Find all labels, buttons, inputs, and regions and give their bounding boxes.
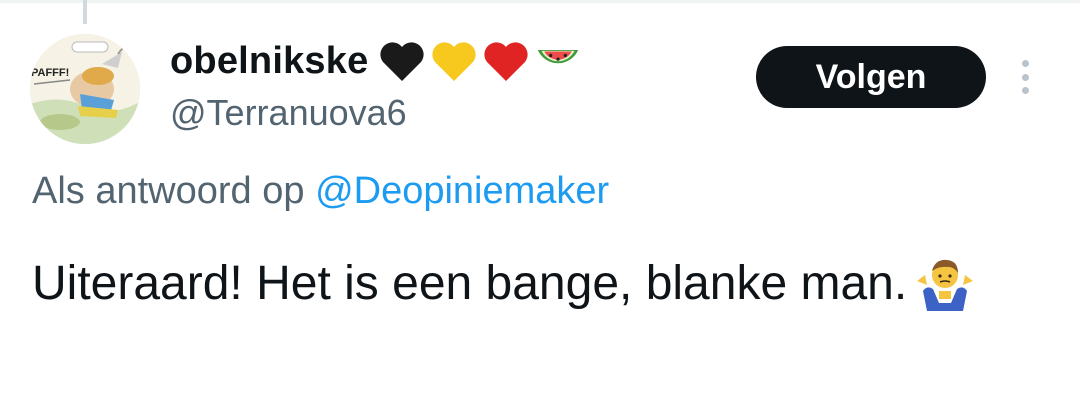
reply-context: Als antwoord op @Deopiniemaker xyxy=(32,170,609,213)
more-options-button[interactable] xyxy=(1010,56,1040,98)
display-name[interactable]: obelnikske xyxy=(170,40,368,83)
tweet-body: Uiteraard! Het is een bange, blanke man. xyxy=(32,250,1032,318)
name-badges xyxy=(376,39,584,83)
reply-prefix: Als antwoord op xyxy=(32,170,305,212)
tweet-container: PAFFF! obelnikske @Terranuova6 Volgen Al… xyxy=(0,0,1080,405)
yellow-heart-icon xyxy=(432,42,477,81)
red-heart-icon xyxy=(484,42,529,81)
more-vertical-icon-dot xyxy=(1021,73,1029,81)
avatar[interactable]: PAFFF! xyxy=(30,34,140,144)
reply-mention-link[interactable]: @Deopiniemaker xyxy=(315,170,609,212)
avatar-text: PAFFF! xyxy=(31,67,69,79)
watermelon-icon xyxy=(538,50,579,64)
more-vertical-icon-dot xyxy=(1021,87,1029,94)
avatar-illustration: PAFFF! xyxy=(30,34,140,144)
person-shrugging-icon xyxy=(913,251,977,311)
tweet-text: Uiteraard! Het is een bange, blanke man. xyxy=(32,257,908,310)
top-divider xyxy=(0,0,1080,3)
black-heart-icon xyxy=(380,42,425,81)
user-block: obelnikske @Terranuova6 xyxy=(170,36,584,134)
thread-connector-line xyxy=(83,0,87,24)
user-handle[interactable]: @Terranuova6 xyxy=(170,92,584,134)
more-vertical-icon xyxy=(1021,60,1029,67)
name-row: obelnikske xyxy=(170,36,584,86)
follow-button[interactable]: Volgen xyxy=(756,46,986,108)
